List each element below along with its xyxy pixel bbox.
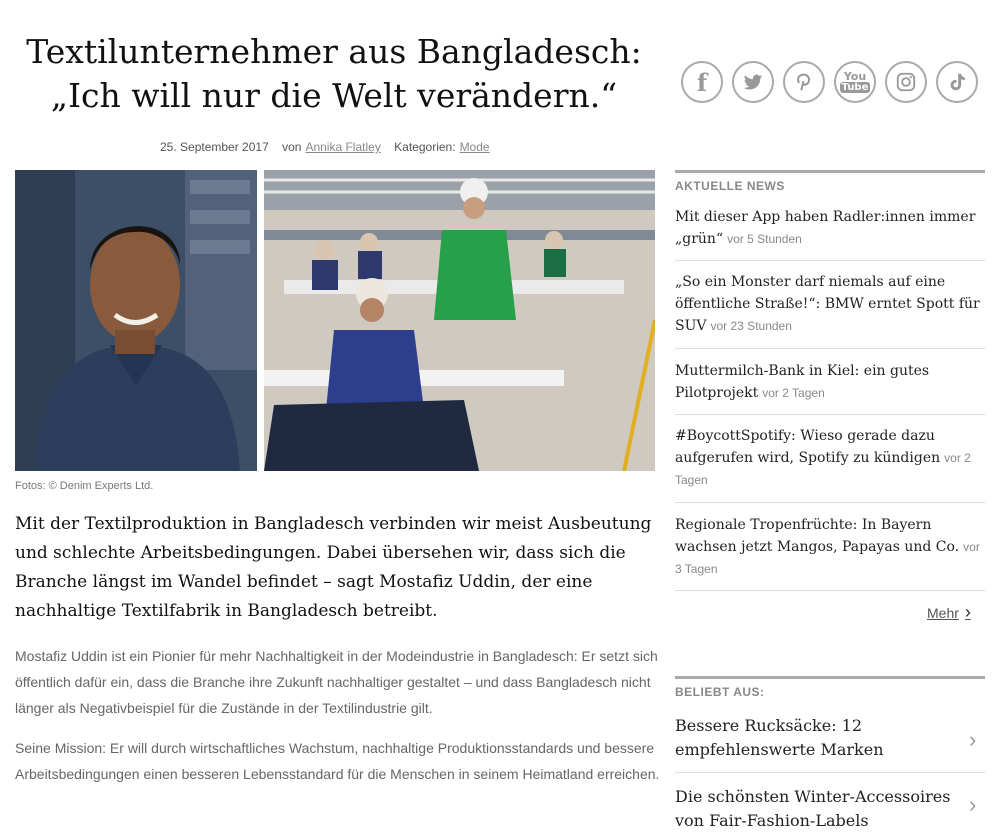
news-title: Mit dieser App haben Radler:innen immer … (675, 209, 976, 247)
news-item[interactable]: Regionale Tropenfrüchte: In Bayern wachs… (675, 514, 985, 580)
news-divider (675, 348, 985, 349)
portrait-photo (15, 170, 257, 471)
news-title: #BoycottSpotify: Wieso gerade dazu aufge… (675, 428, 941, 466)
news-time: vor 5 Stunden (727, 232, 802, 246)
tiktok-note-shape (950, 73, 965, 91)
news-time: vor 23 Stunden (710, 319, 792, 333)
pinterest-p-shape (797, 73, 811, 91)
article-paragraph-1: Mostafiz Uddin ist ein Pionier für mehr … (15, 648, 658, 716)
popular-item[interactable]: Bessere Rucksäcke: 12 empfehlenswerte Ma… (675, 714, 955, 762)
twitter-icon[interactable] (732, 61, 774, 103)
news-divider (675, 414, 985, 415)
news-item[interactable]: Mit dieser App haben Radler:innen immer … (675, 206, 985, 250)
factory-photo (264, 170, 655, 471)
twitter-bird-shape (743, 74, 763, 90)
article-paragraph-2: Seine Mission: Er will durch wirtschaftl… (15, 740, 660, 782)
instagram-camera-shape (896, 72, 916, 92)
news-divider (675, 590, 985, 591)
facebook-icon[interactable]: f (681, 61, 723, 103)
facebook-glyph: f (696, 67, 708, 97)
instagram-icon[interactable] (885, 61, 927, 103)
news-title: Regionale Tropenfrüchte: In Bayern wachs… (675, 517, 960, 555)
article-date: 25. September 2017 (160, 140, 269, 154)
pinterest-icon[interactable] (783, 61, 825, 103)
youtube-you: You (843, 70, 867, 83)
by-label: von (282, 140, 302, 154)
news-divider (675, 260, 985, 261)
popular-heading: BELIEBT AUS: (675, 676, 985, 699)
news-heading: AKTUELLE NEWS (675, 170, 985, 193)
portrait-illustration (15, 170, 257, 471)
news-divider (675, 502, 985, 503)
news-item[interactable]: „So ein Monster darf niemals auf eine öf… (675, 271, 985, 337)
author-link[interactable]: Annika Flatley (305, 140, 380, 154)
article-lead: Mit der Textilproduktion in Bangladesch … (15, 514, 652, 621)
more-label: Mehr (927, 604, 959, 621)
news-item[interactable]: #BoycottSpotify: Wieso gerade dazu aufge… (675, 425, 985, 491)
photo-caption: Fotos: © Denim Experts Ltd. (15, 480, 154, 492)
categories-label: Kategorien: (394, 140, 456, 154)
category-link-mode[interactable]: Mode (460, 140, 490, 154)
social-links: f You Tube (681, 61, 978, 103)
chevron-right-icon[interactable]: › (969, 792, 976, 818)
tiktok-icon[interactable] (936, 61, 978, 103)
factory-illustration (264, 170, 655, 471)
article-meta: 25. September 2017 von Annika Flatley Kat… (160, 140, 580, 154)
news-time: vor 2 Tagen (762, 386, 825, 400)
chevron-right-icon[interactable]: › (969, 727, 976, 753)
youtube-tube: Tube (839, 82, 871, 93)
popular-title: Die schönsten Winter-Accessoires von Fai… (675, 787, 951, 830)
youtube-icon[interactable]: You Tube (834, 61, 876, 103)
article-title: Textilunternehmer aus Bangladesch: „Ich … (26, 32, 642, 115)
popular-item[interactable]: Die schönsten Winter-Accessoires von Fai… (675, 785, 955, 833)
news-item[interactable]: Muttermilch-Bank in Kiel: ein gutes Pilo… (675, 360, 985, 404)
chevron-right-icon: › (964, 602, 971, 622)
popular-divider (675, 772, 985, 773)
more-news-link[interactable]: Mehr › (927, 602, 971, 623)
popular-title: Bessere Rucksäcke: 12 empfehlenswerte Ma… (675, 716, 884, 759)
